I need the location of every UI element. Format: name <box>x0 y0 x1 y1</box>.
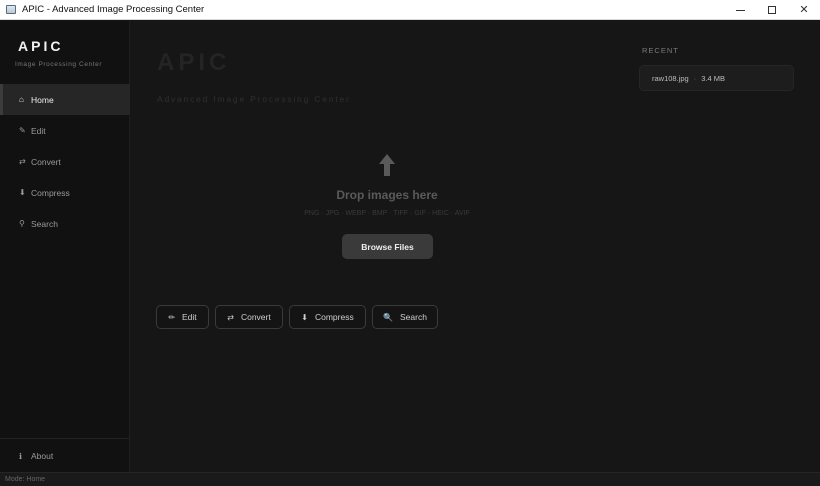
sidebar-divider <box>0 438 130 439</box>
browse-files-button[interactable]: Browse Files <box>342 234 433 259</box>
sidebar-nav: ⌂ Home ✎ Edit ⇄ Convert ⬇ Compress ⚲ Sea… <box>0 84 130 239</box>
sidebar-item-label: Search <box>31 218 58 229</box>
maximize-button[interactable] <box>756 0 788 20</box>
recent-file-size: 3.4 MB <box>701 73 725 83</box>
sidebar-item-label: About <box>31 451 54 461</box>
sidebar-item-about[interactable]: ℹ About <box>19 451 53 461</box>
edit-button[interactable]: ✏ Edit <box>156 305 209 329</box>
close-icon: ✕ <box>799 3 809 16</box>
upload-arrow-icon <box>379 154 395 176</box>
sidebar-item-label: Convert <box>31 156 61 167</box>
convert-button[interactable]: ⇄ Convert <box>215 305 283 329</box>
separator-dot: · <box>693 73 697 83</box>
edit-icon: ✏ <box>168 312 176 322</box>
search-button-label: Search <box>400 312 427 322</box>
sidebar-item-label: Compress <box>31 187 70 198</box>
sidebar: APIC Image Processing Center ⌂ Home ✎ Ed… <box>0 21 130 472</box>
sidebar-item-home[interactable]: ⌂ Home <box>0 84 130 115</box>
sidebar-item-edit[interactable]: ✎ Edit <box>0 115 130 146</box>
sidebar-item-compress[interactable]: ⬇ Compress <box>0 177 130 208</box>
convert-icon: ⇄ <box>227 312 234 322</box>
brand-logo: APIC <box>18 38 64 54</box>
window-title: APIC - Advanced Image Processing Center <box>22 4 205 15</box>
page-subtitle: Advanced Image Processing Center <box>157 94 351 104</box>
compress-button-label: Compress <box>314 312 354 322</box>
info-icon: ℹ <box>19 451 23 461</box>
recent-file-item[interactable]: raw108.jpg · 3.4 MB <box>639 65 794 91</box>
brand-subtitle: Image Processing Center <box>15 61 103 68</box>
edit-icon: ✎ <box>19 126 26 135</box>
maximize-icon <box>768 6 776 14</box>
sidebar-item-label: Home <box>31 94 54 105</box>
supported-formats: PNG · JPG · WEBP · BMP · TIFF · GIF · HE… <box>304 210 470 217</box>
search-button[interactable]: 🔍 Search <box>372 305 438 329</box>
window-controls: ✕ <box>724 0 820 20</box>
convert-button-label: Convert <box>240 312 271 322</box>
compress-button[interactable]: ⬇ Compress <box>289 305 366 329</box>
compress-icon: ⬇ <box>301 312 308 322</box>
drop-title: Drop images here <box>336 188 438 202</box>
minimize-icon <box>735 9 745 11</box>
minimize-button[interactable] <box>724 0 756 20</box>
home-icon: ⌂ <box>19 95 24 104</box>
recent-heading: RECENT <box>642 46 679 55</box>
app-icon <box>6 5 16 14</box>
page-title: APIC <box>157 49 231 76</box>
status-bar: Mode: Home <box>0 472 820 486</box>
recent-file-name: raw108.jpg <box>652 73 689 83</box>
search-icon: ⚲ <box>19 219 25 228</box>
sidebar-item-search[interactable]: ⚲ Search <box>0 208 130 239</box>
sidebar-item-convert[interactable]: ⇄ Convert <box>0 146 130 177</box>
close-button[interactable]: ✕ <box>788 0 820 20</box>
edit-button-label: Edit <box>182 312 197 322</box>
sidebar-item-label: Edit <box>31 125 46 136</box>
compress-icon: ⬇ <box>19 188 26 197</box>
search-icon: 🔍 <box>383 312 394 322</box>
window-titlebar: APIC - Advanced Image Processing Center … <box>0 0 820 20</box>
convert-icon: ⇄ <box>19 157 26 166</box>
